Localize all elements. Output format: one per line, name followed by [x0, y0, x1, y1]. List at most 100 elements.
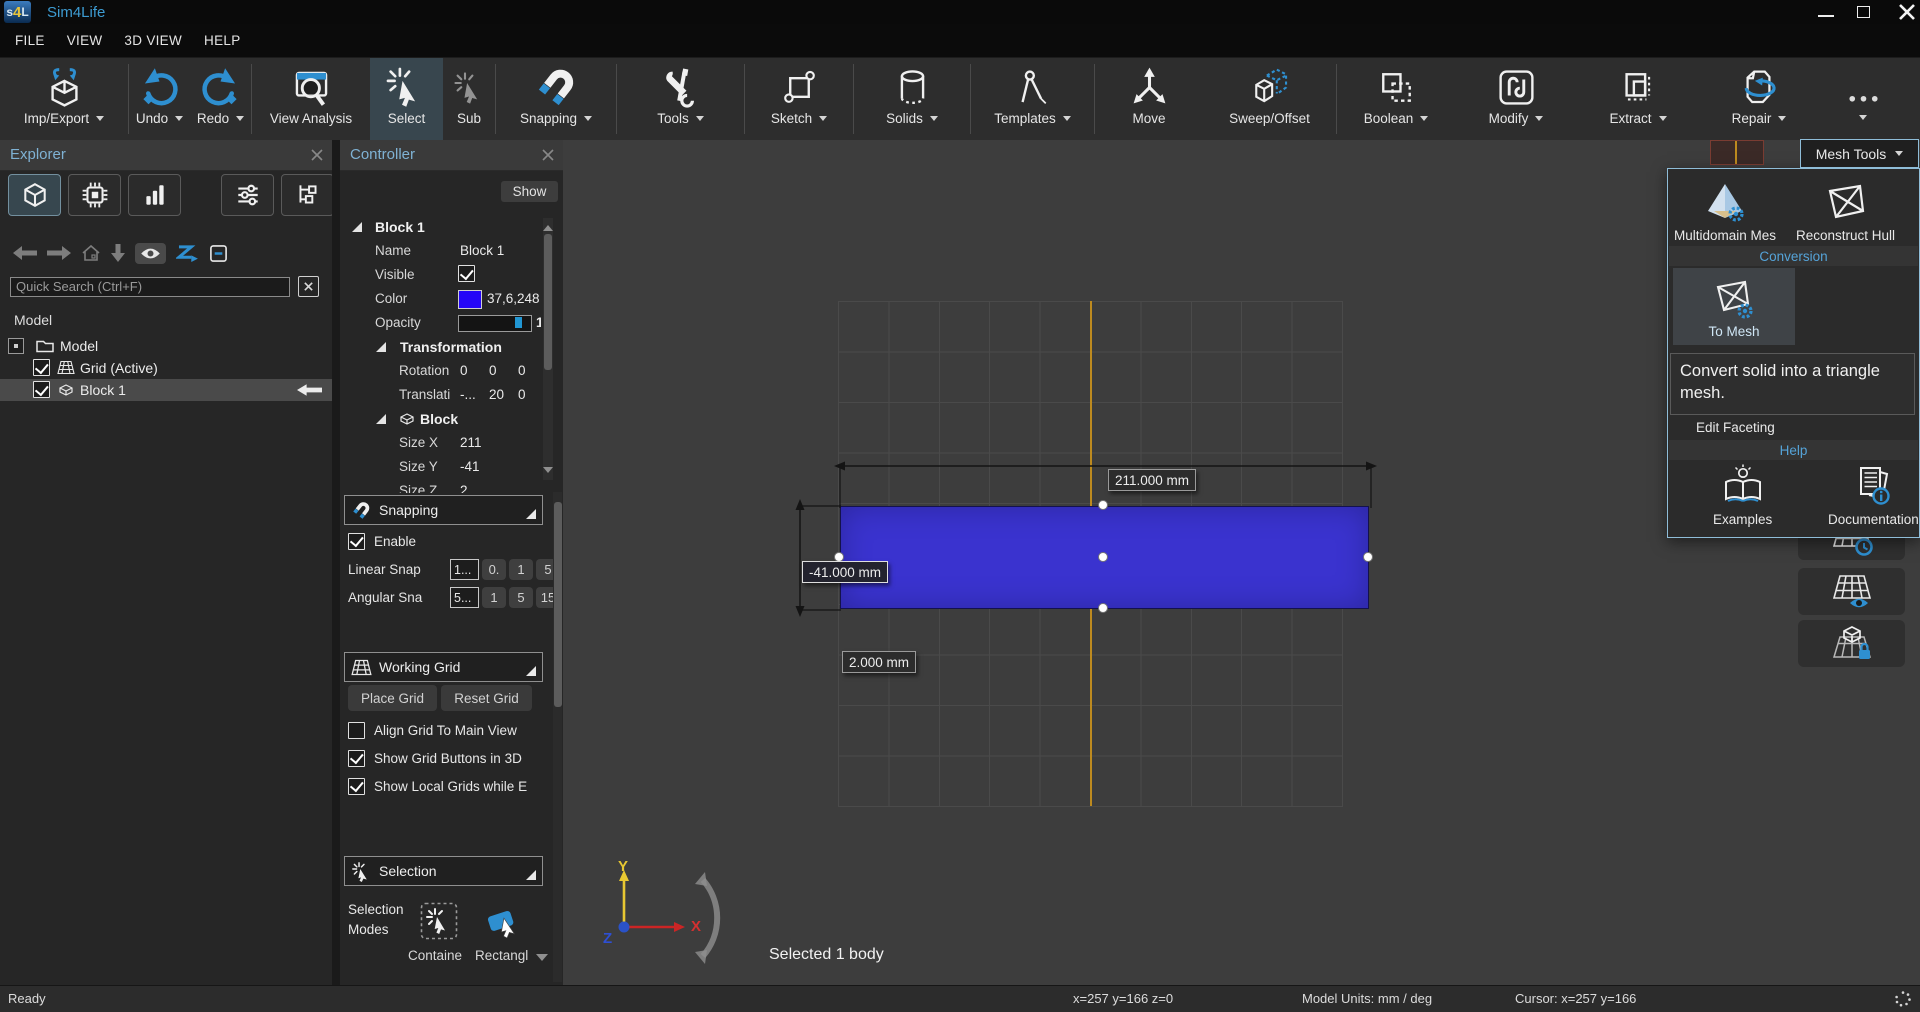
to-mesh-item[interactable]: To Mesh: [1673, 268, 1795, 345]
dropdown-caret-icon[interactable]: [1063, 116, 1071, 125]
prop-value[interactable]: 0: [489, 363, 497, 378]
grid-visibility-button[interactable]: [1798, 568, 1905, 615]
contains-mode-label[interactable]: Containe: [408, 948, 462, 963]
examples-item[interactable]: Examples: [1713, 463, 1772, 527]
prop-value[interactable]: 20: [489, 387, 504, 402]
checkbox[interactable]: [348, 778, 365, 795]
rectangle-mode-icon[interactable]: [486, 906, 520, 938]
tree-item-model[interactable]: Model: [0, 335, 332, 357]
dropdown-caret-icon[interactable]: [819, 116, 827, 125]
expander-icon[interactable]: [8, 338, 24, 354]
close-icon[interactable]: [1897, 2, 1917, 22]
explorer-tab-model[interactable]: [8, 174, 61, 216]
depth-dimension-field[interactable]: 2.000 mm: [842, 651, 916, 673]
working-grid-section-header[interactable]: Working Grid: [344, 652, 543, 682]
toolbar-templates[interactable]: Templates: [971, 58, 1094, 140]
dropdown-caret-icon[interactable]: [1778, 116, 1786, 125]
search-input[interactable]: [10, 277, 290, 297]
tree-item-grid-active[interactable]: Grid (Active): [0, 357, 332, 379]
dropdown-caret-icon[interactable]: [1420, 116, 1428, 125]
toolbar-boolean[interactable]: Boolean: [1337, 58, 1455, 140]
height-dimension-field[interactable]: -41.000 mm: [802, 561, 888, 583]
snap-preset-button[interactable]: 0.: [482, 559, 506, 580]
snap-value-field[interactable]: 1...: [450, 559, 479, 580]
collapse-all-button[interactable]: [209, 244, 228, 263]
dropdown-caret-icon[interactable]: [236, 116, 244, 125]
toolbar-snapping[interactable]: Snapping: [496, 58, 616, 140]
explorer-tab-analysis[interactable]: [128, 174, 181, 216]
bottom-handle[interactable]: [1098, 603, 1108, 613]
checkbox[interactable]: [348, 722, 365, 739]
restore-icon[interactable]: [1857, 6, 1870, 18]
toolbar-undo[interactable]: Undo: [129, 58, 190, 140]
prop-value[interactable]: 0: [460, 363, 468, 378]
dropdown-caret-icon[interactable]: [1659, 116, 1667, 125]
grid-preview-thumbnail[interactable]: [1710, 140, 1764, 165]
toolbar-move[interactable]: Move: [1095, 58, 1203, 140]
reset-grid-button[interactable]: Reset Grid: [441, 685, 532, 711]
right-handle[interactable]: [1363, 552, 1373, 562]
menu-file[interactable]: FILE: [4, 33, 56, 48]
clear-search-button[interactable]: [298, 276, 319, 297]
toolbar-sweep-offset[interactable]: Sweep/Offset: [1203, 58, 1336, 140]
tree-item-block-1[interactable]: Block 1: [0, 379, 332, 401]
snap-preset-button[interactable]: 5: [509, 587, 533, 608]
top-handle[interactable]: [1098, 500, 1108, 510]
slider-handle[interactable]: [515, 317, 522, 328]
toolbar-view-analysis[interactable]: View Analysis: [252, 58, 370, 140]
color-swatch[interactable]: [458, 290, 482, 309]
more-modes-caret-icon[interactable]: [536, 954, 548, 967]
place-grid-button[interactable]: Place Grid: [348, 685, 437, 711]
collapse-icon[interactable]: [526, 509, 536, 519]
toolbar-solids[interactable]: Solids: [854, 58, 970, 140]
rectangle-mode-label[interactable]: Rectangl: [475, 948, 528, 963]
toolbar-modify[interactable]: Modify: [1455, 58, 1577, 140]
mesh-tools-button[interactable]: Mesh Tools: [1800, 139, 1919, 168]
menu-view[interactable]: VIEW: [56, 33, 114, 48]
explorer-tab-hierarchy[interactable]: [281, 174, 334, 216]
grid-lock-button[interactable]: [1798, 620, 1905, 667]
documentation-item[interactable]: Documentation: [1828, 463, 1919, 527]
visibility-checkbox[interactable]: [33, 381, 50, 398]
controller-close-icon[interactable]: [541, 148, 555, 162]
enable-checkbox[interactable]: [348, 533, 365, 550]
snap-preset-button[interactable]: 1: [482, 587, 506, 608]
prop-value[interactable]: 2: [460, 483, 468, 493]
checkbox[interactable]: [348, 750, 365, 767]
expand-triangle-icon[interactable]: [376, 342, 386, 352]
explorer-tab-filter[interactable]: [221, 174, 274, 216]
panel-divider[interactable]: [332, 140, 340, 985]
prop-value[interactable]: Block 1: [460, 243, 504, 258]
show-button[interactable]: Show: [501, 181, 558, 202]
axis-triad[interactable]: [563, 828, 733, 978]
prop-value[interactable]: 0: [518, 387, 526, 402]
visible-checkbox[interactable]: [458, 265, 475, 282]
property-scrollbar[interactable]: [543, 218, 553, 480]
edit-faceting-item[interactable]: Edit Faceting: [1696, 420, 1775, 435]
toolbar-redo[interactable]: Redo: [190, 58, 251, 140]
prop-value[interactable]: -41: [460, 459, 480, 474]
prop-value[interactable]: -...: [460, 387, 476, 402]
visibility-button[interactable]: [135, 243, 166, 264]
multidomain-mesh-item[interactable]: Multidomain Mes: [1674, 179, 1776, 243]
center-handle[interactable]: [1098, 552, 1108, 562]
expand-triangle-icon[interactable]: [376, 414, 386, 424]
dropdown-caret-icon[interactable]: [1859, 115, 1867, 124]
width-dimension-field[interactable]: 211.000 mm: [1108, 469, 1196, 491]
prop-value[interactable]: 0: [518, 363, 526, 378]
contains-mode-icon[interactable]: [420, 902, 458, 940]
reconstruct-hull-item[interactable]: Reconstruct Hull: [1796, 179, 1895, 243]
prop-value[interactable]: 211: [460, 435, 482, 450]
dropdown-caret-icon[interactable]: [1535, 116, 1543, 125]
controller-scrollbar[interactable]: [553, 492, 562, 982]
color-value[interactable]: 37,6,248: [487, 291, 540, 306]
toolbar-imp-export[interactable]: Imp/Export: [0, 58, 128, 140]
toolbar-repair[interactable]: Repair: [1699, 58, 1819, 140]
zoom-to-button[interactable]: [176, 244, 199, 262]
collapse-icon[interactable]: [526, 870, 536, 880]
snap-preset-button[interactable]: 1: [509, 559, 533, 580]
expand-triangle-icon[interactable]: [352, 222, 362, 232]
toolbar-sketch[interactable]: Sketch: [745, 58, 853, 140]
dropdown-caret-icon[interactable]: [930, 116, 938, 125]
toolbar-more[interactable]: [1819, 58, 1907, 140]
